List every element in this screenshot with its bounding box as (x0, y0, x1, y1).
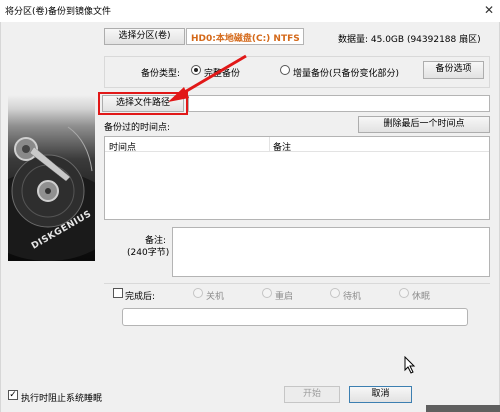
completion-command-input[interactable] (122, 308, 468, 326)
delete-last-point-button[interactable]: 删除最后一个时间点 (358, 116, 490, 133)
history-table-header: 时间点 备注 (105, 137, 489, 153)
incremental-backup-label[interactable]: 增量备份(只备份变化部分) (293, 66, 399, 79)
after-completion-label[interactable]: 完成后: (125, 289, 155, 302)
data-size-text: 数据量: 45.0GB (94392188 扇区) (338, 35, 481, 45)
column-divider (269, 137, 270, 152)
start-button[interactable]: 开始 (284, 386, 340, 403)
prevent-sleep-label[interactable]: 执行时阻止系统睡眠 (21, 391, 102, 404)
shutdown-label[interactable]: 关机 (206, 289, 224, 302)
note-textarea[interactable] (172, 227, 490, 277)
section-divider (104, 283, 490, 284)
hibernate-label[interactable]: 休眠 (412, 289, 430, 302)
annotation-arrow-icon (168, 54, 247, 102)
standby-label[interactable]: 待机 (343, 289, 361, 302)
window-title: 将分区(卷)备份到镜像文件 (5, 7, 112, 17)
title-bar: 将分区(卷)备份到镜像文件 ✕ (0, 0, 500, 22)
select-partition-button[interactable]: 选择分区(卷) (104, 28, 185, 45)
column-header-time[interactable]: 时间点 (109, 140, 136, 153)
mouse-cursor-icon (404, 356, 416, 374)
hard-disk-icon (8, 126, 95, 261)
hibernate-radio[interactable] (399, 288, 409, 298)
restart-radio[interactable] (262, 288, 272, 298)
note-hint: (240字节) (127, 248, 170, 258)
prevent-sleep-checkbox[interactable]: ✓ (8, 390, 18, 400)
history-table[interactable]: 时间点 备注 (104, 136, 490, 220)
history-label: 备份过的时间点: (104, 123, 171, 133)
partition-name: HD0:本地磁盘(C:) NTFS 89.( (191, 34, 303, 44)
restart-label[interactable]: 重启 (275, 289, 293, 302)
incremental-backup-radio[interactable] (280, 65, 290, 75)
resize-grip[interactable] (426, 405, 500, 412)
backup-options-button[interactable]: 备份选项 (423, 61, 484, 79)
disk-illustration: DISKGENIUS (8, 31, 95, 261)
cancel-button[interactable]: 取消 (349, 386, 412, 403)
standby-radio[interactable] (330, 288, 340, 298)
shutdown-radio[interactable] (193, 288, 203, 298)
column-header-note[interactable]: 备注 (273, 140, 291, 153)
close-icon[interactable]: ✕ (481, 2, 497, 18)
after-completion-checkbox[interactable] (113, 288, 123, 298)
partition-display: HD0:本地磁盘(C:) NTFS 89.( (186, 28, 304, 45)
